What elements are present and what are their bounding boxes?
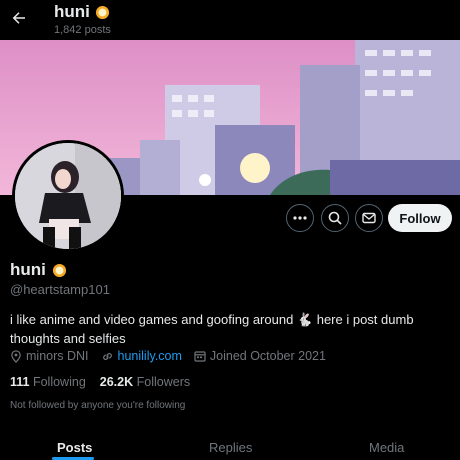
website-link[interactable]: hunilily.com	[118, 349, 182, 363]
calendar-icon	[194, 351, 206, 362]
header-name: huni	[54, 2, 110, 22]
joined-item: Joined October 2021	[194, 349, 326, 363]
not-followed-note: Not followed by anyone you're following	[10, 400, 186, 411]
joined-text: Joined October 2021	[209, 349, 326, 363]
message-button[interactable]	[355, 204, 383, 232]
post-count: 1,842 posts	[54, 24, 111, 36]
link-icon	[102, 352, 112, 360]
top-header: huni 1,842 posts	[0, 0, 460, 40]
tab-media[interactable]: Media	[369, 440, 404, 455]
tab-posts[interactable]: Posts	[57, 440, 92, 455]
avatar[interactable]	[12, 140, 124, 252]
more-options-button[interactable]	[286, 204, 314, 232]
profile-meta: minors DNI hunilily.com Joined October 2…	[10, 349, 338, 363]
profile-name-text: huni	[10, 260, 46, 279]
followers-label: Followers	[136, 375, 191, 389]
followers-stat[interactable]: 26.2K Followers	[100, 375, 190, 389]
location-pin-icon	[11, 349, 21, 363]
avatar-photo	[15, 143, 121, 249]
search-button[interactable]	[321, 204, 349, 232]
location-item: minors DNI	[10, 349, 89, 363]
more-dots-icon	[293, 216, 307, 220]
profile-handle: @heartstamp101	[10, 282, 110, 297]
back-arrow-icon[interactable]	[10, 9, 28, 27]
following-label: Following	[32, 375, 86, 389]
following-stat[interactable]: 111 Following	[10, 375, 86, 389]
header-name-text: huni	[54, 2, 90, 21]
profile-tabs: Posts Replies Media	[0, 430, 460, 460]
badge-emoji-icon	[95, 5, 109, 19]
tab-replies[interactable]: Replies	[209, 440, 252, 455]
location-text: minors DNI	[26, 349, 89, 363]
search-icon	[328, 211, 342, 225]
mail-icon	[362, 212, 376, 224]
follow-stats: 111 Following 26.2K Followers	[10, 375, 190, 389]
follow-button[interactable]: Follow	[388, 204, 452, 232]
followers-count: 26.2K	[99, 375, 134, 389]
profile-bio: i like anime and video games and goofing…	[10, 312, 414, 346]
profile-name: huni	[10, 260, 67, 280]
badge-emoji-icon	[52, 263, 66, 277]
website-item[interactable]: hunilily.com	[101, 349, 182, 363]
following-count: 111	[10, 375, 30, 389]
